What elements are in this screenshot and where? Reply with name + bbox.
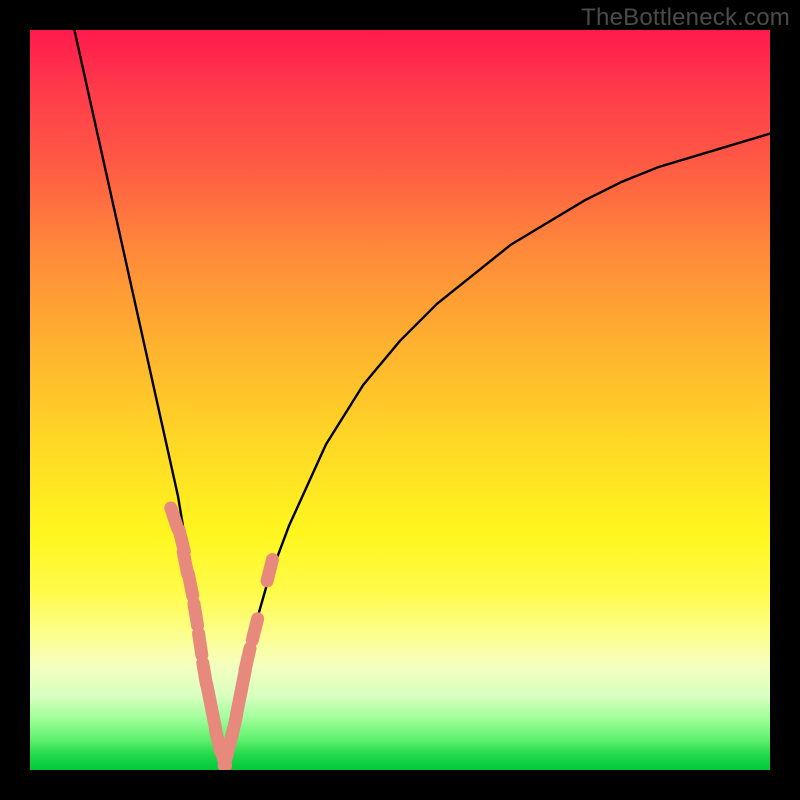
data-marker — [245, 648, 250, 669]
data-marker — [267, 560, 272, 581]
data-marker — [252, 619, 257, 640]
data-marker — [199, 633, 202, 655]
plot-area — [30, 30, 770, 770]
marker-layer — [171, 508, 273, 766]
curve-layer — [74, 30, 770, 763]
data-marker — [194, 604, 198, 626]
curve-right-arm — [222, 134, 770, 763]
data-marker — [188, 574, 192, 596]
chart-svg — [30, 30, 770, 770]
chart-frame: TheBottleneck.com — [0, 0, 800, 800]
watermark-text: TheBottleneck.com — [581, 4, 790, 32]
